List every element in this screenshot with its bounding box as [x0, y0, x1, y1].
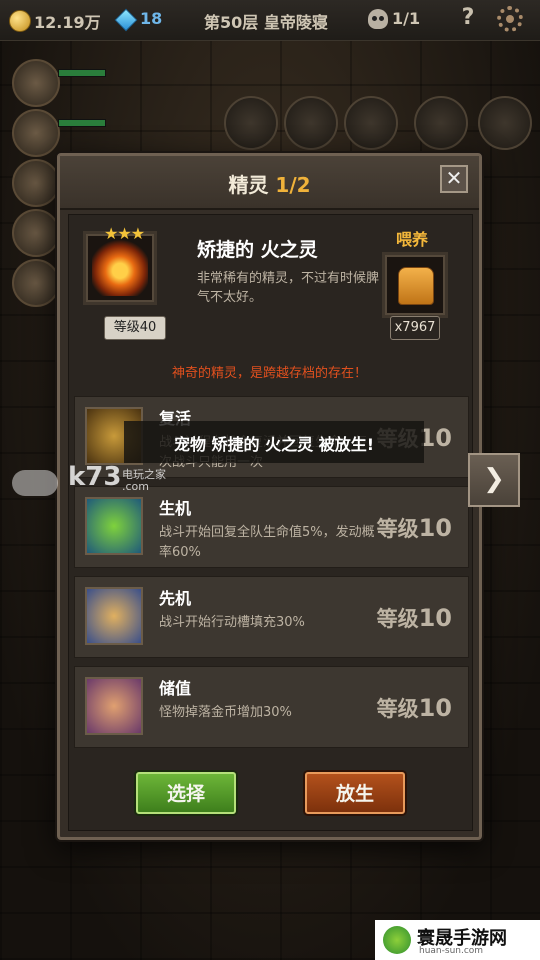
skill-level-value: 10 — [418, 514, 452, 542]
dialog-page-count: 1/2 — [275, 173, 311, 197]
hero-portrait[interactable] — [12, 159, 60, 207]
relic-slot[interactable] — [414, 96, 468, 150]
relic-slot[interactable] — [344, 96, 398, 150]
select-button[interactable]: 选择 — [136, 772, 236, 814]
skill-description: 怪物掉落金币增加30% — [159, 705, 292, 720]
feed-label: 喂养 — [396, 230, 429, 249]
gold-coin-icon — [9, 10, 31, 32]
skill-row-initiative: 先机 战斗开始行动槽填充30% 等级10 — [74, 576, 469, 658]
hero-portrait[interactable] — [12, 209, 60, 257]
skill-level-value: 10 — [418, 604, 452, 632]
dialog-title-text: 精灵 — [228, 173, 269, 197]
skill-description: 战斗开始回复全队生命值5%，发动概率60% — [159, 525, 375, 560]
relic-slot[interactable] — [224, 96, 278, 150]
release-button[interactable]: 放生 — [305, 772, 405, 814]
hero-hp-bar — [58, 69, 106, 77]
fire-spirit-icon — [92, 240, 148, 296]
dialog-title: 精灵 1/2 — [60, 169, 479, 198]
skill-level-value: 10 — [418, 694, 452, 722]
skill-name: 先机 — [159, 589, 192, 608]
toast-message: 宠物 矫捷的 火之灵 被放生! — [124, 421, 424, 463]
hero-portrait[interactable] — [12, 109, 60, 157]
spirit-level-badge: 等级40 — [104, 316, 166, 340]
hero-portrait[interactable] — [12, 59, 60, 107]
relic-slot[interactable] — [478, 96, 532, 150]
skill-level-label: 等级 — [376, 607, 419, 631]
skill-row-savings: 储值 怪物掉落金币增加30% 等级10 — [74, 666, 469, 748]
rarity-stars: ★★★ — [104, 224, 145, 243]
relic-slot[interactable] — [284, 96, 338, 150]
spirit-description: 非常稀有的精灵，不过有时候脾气不太好。 — [197, 271, 380, 305]
leopard-skill-icon — [85, 587, 143, 645]
site-watermark-url: huan-sun.com — [419, 946, 484, 956]
skull-count: 1/1 — [392, 9, 421, 28]
leaf-skill-icon — [85, 497, 143, 555]
top-status-bar: 12.19万 18 第50层 皇帝陵寝 1/1 ? — [0, 0, 540, 41]
gem-icon — [114, 8, 138, 32]
spirit-name: 矫捷的 火之灵 — [197, 239, 318, 261]
skull-icon — [368, 9, 388, 29]
hero-hp-bar — [58, 119, 106, 127]
spirit-tagline: 神奇的精灵，是跨越存档的存在！ — [171, 366, 367, 381]
gem-count: 18 — [140, 9, 163, 28]
skill-description: 战斗开始行动槽填充30% — [159, 615, 305, 630]
next-page-arrow-button[interactable]: ❯ — [468, 453, 520, 507]
skill-level: 等级10 — [377, 693, 452, 723]
skill-name: 储值 — [159, 679, 192, 698]
goblet-skill-icon — [85, 677, 143, 735]
floor-label: 第50层 皇帝陵寝 — [204, 13, 328, 32]
site-logo-icon — [383, 926, 411, 954]
k73-watermark-text: k73 — [68, 462, 122, 492]
gold-amount: 12.19万 — [34, 13, 101, 32]
dialog-header: 精灵 1/2 ✕ — [60, 156, 479, 210]
toast-text: 宠物 矫捷的 火之灵 被放生! — [173, 435, 374, 454]
site-watermark: 寰晟手游网 huan-sun.com — [375, 920, 540, 960]
skill-level-label: 等级 — [376, 517, 419, 541]
close-button[interactable]: ✕ — [440, 165, 468, 193]
gamepad-icon — [12, 470, 58, 496]
skill-level-label: 等级 — [376, 697, 419, 721]
settings-gear-icon[interactable] — [497, 6, 523, 32]
hero-portrait[interactable] — [12, 259, 60, 307]
k73-watermark: k73 电玩之家 .com — [10, 460, 170, 500]
feed-button[interactable] — [382, 252, 448, 318]
skill-level: 等级10 — [377, 603, 452, 633]
skill-level: 等级10 — [377, 513, 452, 543]
k73-watermark-com: .com — [122, 480, 149, 493]
bread-icon — [398, 267, 434, 305]
help-button[interactable]: ? — [455, 5, 481, 33]
feed-item-count: x7967 — [390, 316, 440, 340]
